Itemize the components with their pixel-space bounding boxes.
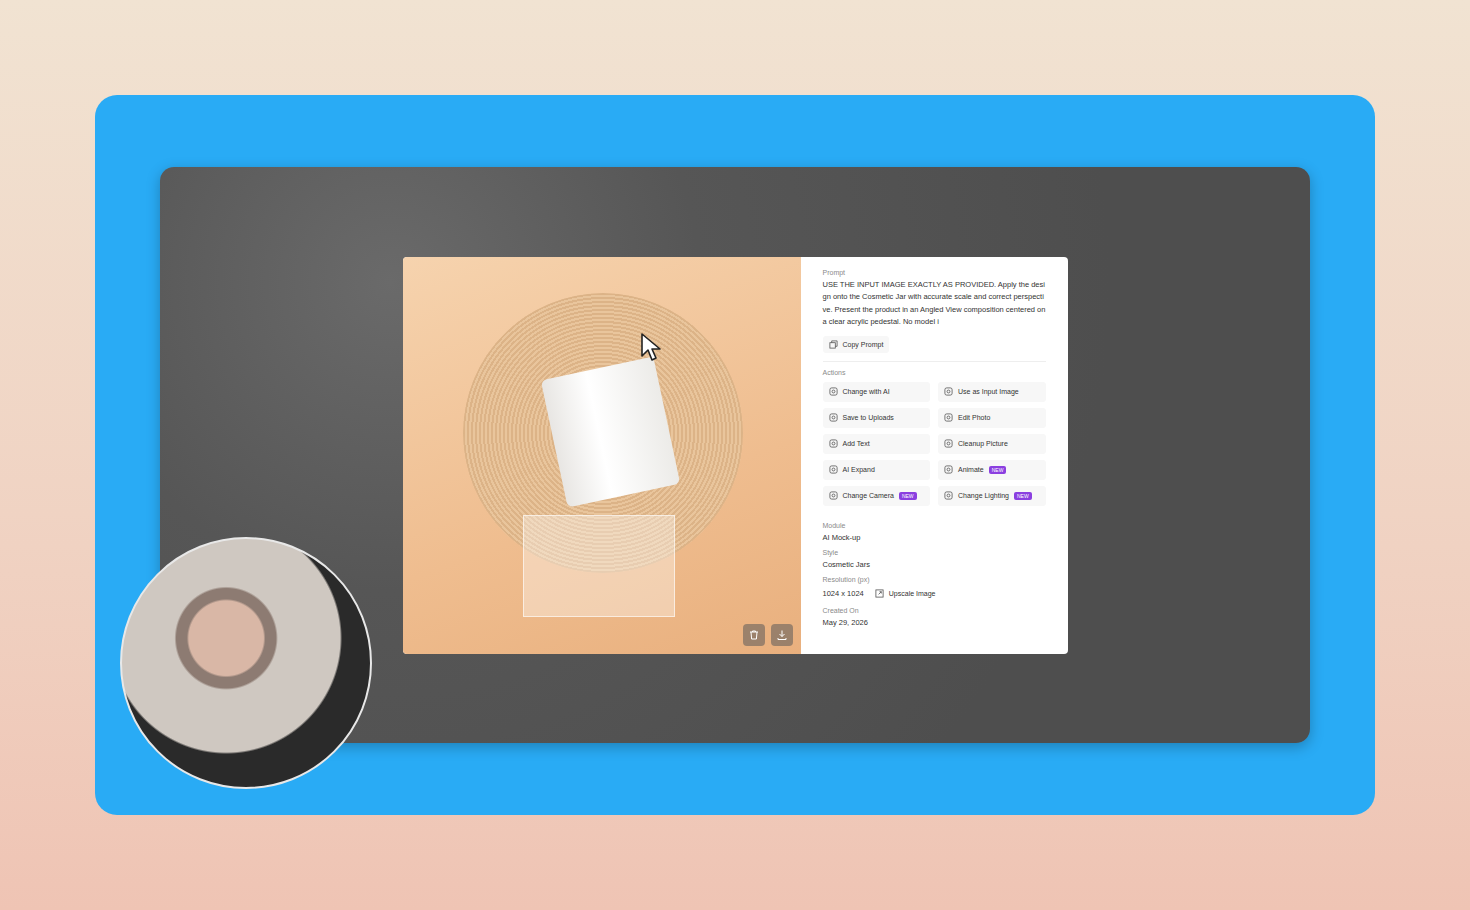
action-icon [944,387,953,396]
action-button[interactable]: Add Text [823,434,931,454]
actions-label: Actions [823,368,1046,377]
download-icon [776,629,788,641]
action-icon [829,413,838,422]
action-button[interactable]: Edit Photo [938,408,1046,428]
prompt-label: Prompt [823,268,1046,277]
action-button[interactable]: AnimateNEW [938,460,1046,480]
image-detail-modal: Prompt USE THE INPUT IMAGE EXACTLY AS PRO… [403,257,1068,654]
trash-icon [748,629,760,641]
copy-icon [829,340,838,349]
copy-prompt-button[interactable]: Copy Prompt [823,336,890,353]
upscale-icon [875,589,884,598]
action-icon [829,491,838,500]
action-icon [829,439,838,448]
detail-item: StyleCosmetic Jars [823,548,1046,570]
generated-image [403,257,801,654]
actions-grid: Change with AI Use as Input Image Save to … [823,382,1046,506]
new-badge: NEW [1014,492,1032,500]
upscale-button[interactable]: Upscale Image [870,586,941,601]
detail-item: ModuleAI Mock-up [823,521,1046,543]
action-icon [944,491,953,500]
webcam-video [120,537,372,789]
action-button[interactable]: Cleanup Picture [938,434,1046,454]
new-badge: NEW [989,466,1007,474]
action-button[interactable]: Save to Uploads [823,408,931,428]
page: Prompt USE THE INPUT IMAGE EXACTLY AS PRO… [0,0,1470,910]
new-badge: NEW [899,492,917,500]
cursor-icon [640,332,662,362]
download-button[interactable] [771,624,793,646]
action-icon [944,439,953,448]
action-button[interactable]: Change with AI [823,382,931,402]
action-button[interactable]: Use as Input Image [938,382,1046,402]
action-button[interactable]: Change LightingNEW [938,486,1046,506]
action-icon [829,465,838,474]
action-button[interactable]: Change CameraNEW [823,486,931,506]
prompt-text: USE THE INPUT IMAGE EXACTLY AS PROVIDED.… [823,279,1046,329]
delete-button[interactable] [743,624,765,646]
action-icon [944,413,953,422]
action-icon [829,387,838,396]
action-button[interactable]: AI Expand [823,460,931,480]
detail-item: Resolution (px)1024 x 1024Upscale Image [823,575,1046,601]
detail-item: Created OnMay 29, 2026 [823,606,1046,628]
details-panel: Prompt USE THE INPUT IMAGE EXACTLY AS PRO… [801,257,1068,654]
action-icon [944,465,953,474]
